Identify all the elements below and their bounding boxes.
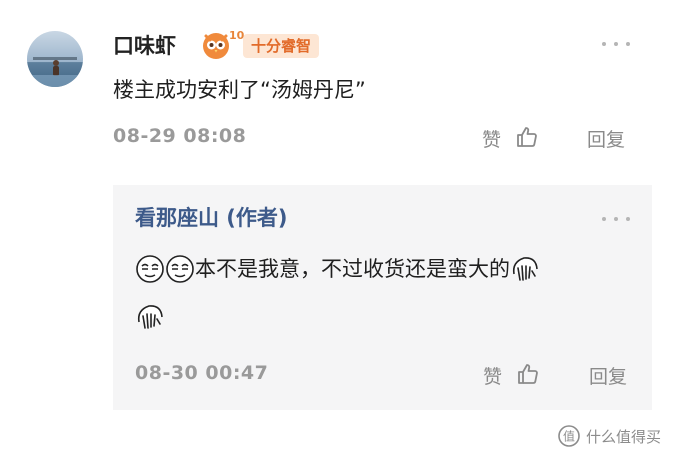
comment-timestamp: 08-29 08:08	[113, 125, 247, 147]
thumbs-up-icon[interactable]	[515, 125, 539, 149]
facepalm-emoji-icon	[512, 257, 538, 281]
site-watermark: 值 什么值得买	[558, 425, 661, 447]
reply-text: 本不是我意，不过收货还是蛮大的	[195, 257, 510, 281]
svg-text:值: 值	[563, 429, 575, 444]
comment-username[interactable]: 口味虾	[113, 33, 176, 59]
comment-more-icon[interactable]	[602, 40, 630, 48]
reply-text-line-2	[135, 302, 165, 332]
reply-author[interactable]: 看那座山 (作者)	[135, 204, 288, 232]
comment-reply-button[interactable]: 回复	[587, 125, 625, 152]
smzdm-logo-icon: 值	[558, 425, 580, 447]
reply-reply-button[interactable]: 回复	[589, 362, 627, 389]
reply-text-line: 本不是我意，不过收货还是蛮大的	[135, 254, 540, 284]
badge-level: 10	[229, 28, 245, 42]
reply-more-icon[interactable]	[602, 215, 630, 223]
comment-text: 楼主成功安利了“汤姆丹尼”	[113, 78, 366, 102]
smirk-emoji-icon	[166, 255, 194, 283]
owl-badge-icon: 10	[201, 29, 244, 61]
user-level-badge[interactable]: 10 十分睿智	[201, 29, 325, 61]
thumbs-up-icon[interactable]	[516, 362, 540, 386]
smirk-emoji-icon	[136, 255, 164, 283]
watermark-text: 什么值得买	[586, 427, 662, 446]
avatar[interactable]	[27, 31, 83, 87]
facepalm-emoji-icon	[137, 305, 163, 329]
reply-timestamp: 08-30 00:47	[135, 362, 269, 384]
comment-like-label[interactable]: 赞	[482, 125, 501, 152]
badge-label: 十分睿智	[243, 33, 320, 58]
reply-like-label[interactable]: 赞	[483, 362, 502, 389]
